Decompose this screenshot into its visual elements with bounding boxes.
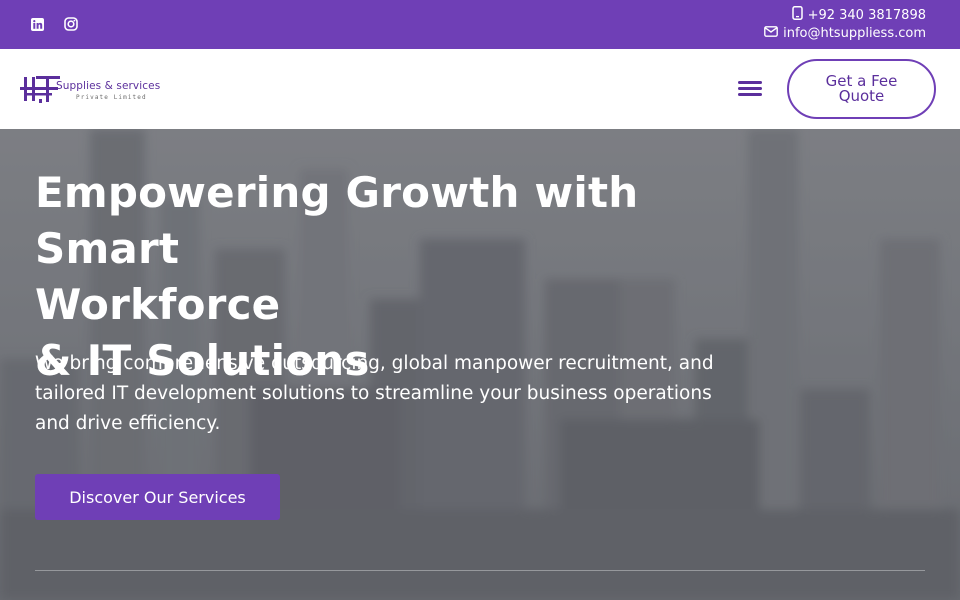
hero-section: Empowering Growth with Smart Workforce &…	[0, 129, 960, 600]
instagram-icon[interactable]	[63, 16, 79, 32]
site-header: Supplies & services Private Limited Get …	[0, 49, 960, 129]
logo-name: Supplies & services	[56, 80, 161, 92]
contact-email[interactable]: info@htsuppliess.com	[764, 26, 926, 41]
hero-title-line: Empowering Growth with Smart	[35, 168, 639, 273]
email-address: info@htsuppliess.com	[783, 26, 926, 41]
hero-title-line: Workforce	[35, 280, 281, 329]
top-bar: +92 340 3817898 info@htsuppliess.com	[0, 0, 960, 49]
mobile-phone-icon	[791, 6, 803, 24]
hamburger-menu-icon[interactable]	[738, 81, 762, 99]
phone-number: +92 340 3817898	[807, 7, 926, 23]
discover-services-button[interactable]: Discover Our Services	[35, 474, 280, 520]
envelope-icon	[764, 26, 778, 41]
divider	[35, 570, 925, 571]
site-logo[interactable]: Supplies & services Private Limited	[20, 74, 180, 104]
linkedin-icon[interactable]	[29, 16, 45, 32]
hero-description: We bring comprehensive outsourcing, glob…	[35, 353, 714, 434]
get-fee-quote-button[interactable]: Get a Fee Quote	[787, 59, 936, 119]
contact-phone[interactable]: +92 340 3817898	[791, 6, 926, 24]
logo-subtitle: Private Limited	[76, 94, 147, 101]
